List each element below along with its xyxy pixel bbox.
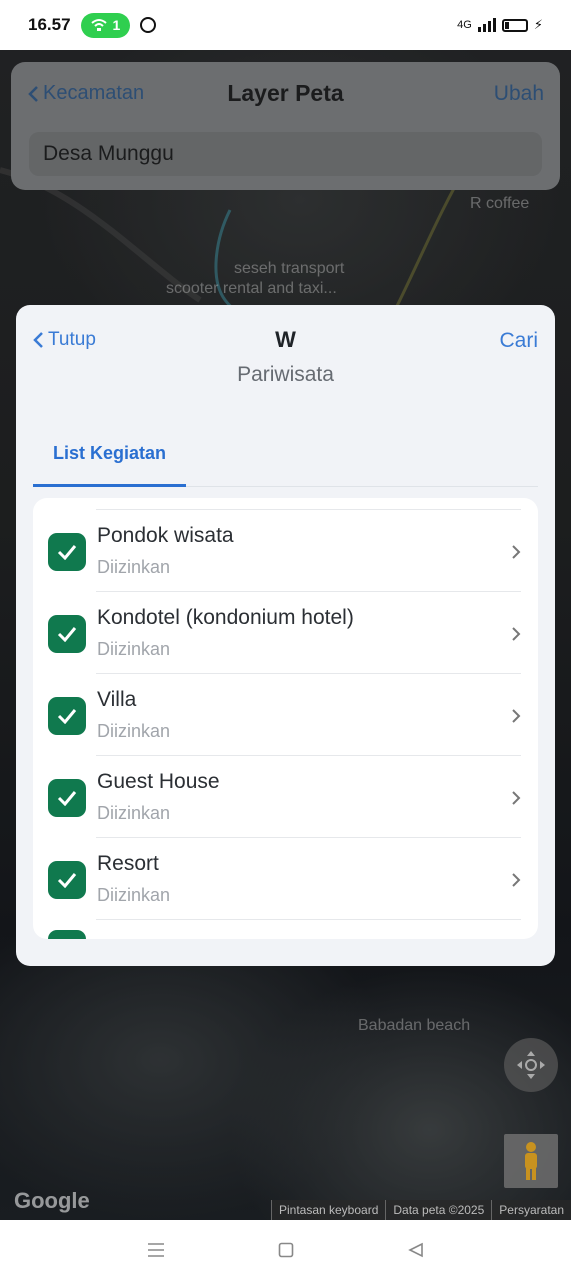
chevron-right-icon[interactable] (511, 790, 521, 806)
tab-list-kegiatan[interactable]: List Kegiatan (33, 423, 186, 487)
tab-bar: List Kegiatan (33, 423, 538, 487)
checkbox[interactable] (48, 779, 86, 817)
move-button[interactable] (504, 1038, 558, 1092)
check-icon (57, 627, 77, 642)
checkbox[interactable] (48, 861, 86, 899)
check-icon (57, 709, 77, 724)
status-bar: 16.57 1 4G ⚡ (0, 0, 571, 50)
wifi-icon (90, 19, 107, 31)
signal-icon (477, 18, 496, 32)
map-footer: Pintasan keyboard Data peta ©2025 Persya… (270, 1200, 571, 1220)
status-time: 16.57 (28, 15, 71, 34)
item-status: Diizinkan (97, 803, 171, 823)
terms-link[interactable]: Persyaratan (491, 1200, 571, 1220)
hotspot-count: 1 (112, 17, 121, 33)
edit-button[interactable]: Ubah (494, 82, 544, 106)
hotspot-badge: 1 (80, 12, 131, 38)
charging-icon: ⚡ (533, 17, 543, 32)
chevron-right-icon[interactable] (511, 708, 521, 724)
item-label: Resort (97, 852, 159, 875)
sheet-title: W (275, 327, 296, 352)
list-item[interactable]: Pondok wisata Diizinkan (33, 510, 538, 592)
check-icon (57, 545, 77, 560)
list-item[interactable]: Guest House Diizinkan (33, 756, 538, 838)
item-status: Diizinkan (97, 557, 171, 577)
item-label: Kondotel (kondonium hotel) (97, 606, 354, 629)
page-title: Layer Peta (227, 80, 344, 106)
sheet-subtitle: Pariwisata (237, 363, 334, 386)
list-item[interactable]: Kondotel (kondonium hotel) Diizinkan (33, 592, 538, 674)
whatsapp-icon (140, 17, 157, 33)
activity-list[interactable]: Pondok wisata Diizinkan Kondotel (kondon… (33, 498, 538, 939)
checkbox[interactable] (48, 615, 86, 653)
item-label: Pondok wisata (97, 524, 234, 547)
system-nav-bar (0, 1220, 571, 1280)
move-icon (517, 1051, 545, 1079)
chevron-right-icon[interactable] (511, 872, 521, 888)
network-type: 4G (457, 19, 472, 31)
chevron-right-icon[interactable] (511, 544, 521, 560)
check-icon (57, 873, 77, 888)
google-logo: Google (14, 1188, 90, 1213)
check-icon (57, 791, 77, 806)
map-data-credit: Data peta ©2025 (385, 1200, 491, 1220)
battery-icon (501, 18, 528, 32)
back-triangle-icon (407, 1242, 423, 1258)
layer-header-card: Kecamatan Layer Peta Ubah Desa Munggu (11, 62, 560, 190)
chevron-right-icon[interactable] (511, 626, 521, 642)
divider (96, 919, 521, 920)
menu-nav-button[interactable] (146, 1240, 166, 1260)
keyboard-shortcuts-link[interactable]: Pintasan keyboard (270, 1200, 385, 1220)
item-label: Guest House (97, 770, 220, 793)
list-item[interactable]: Resort Diizinkan (33, 838, 538, 920)
item-label: Villa (97, 688, 137, 711)
item-status: Diizinkan (97, 639, 171, 659)
checkbox-partial[interactable] (48, 930, 86, 939)
home-nav-button[interactable] (276, 1240, 296, 1260)
item-status: Diizinkan (97, 721, 171, 741)
street-view-pegman-icon[interactable] (504, 1134, 558, 1188)
menu-icon (147, 1243, 164, 1257)
back-nav-button[interactable] (406, 1240, 426, 1260)
item-status: Diizinkan (97, 885, 171, 905)
activity-sheet: Tutup W Pariwisata Cari List Kegiatan Po… (16, 305, 555, 966)
location-field[interactable]: Desa Munggu (29, 132, 542, 176)
home-square-icon (278, 1242, 293, 1258)
list-item[interactable]: Villa Diizinkan (33, 674, 538, 756)
search-button[interactable]: Cari (499, 329, 538, 353)
checkbox[interactable] (48, 697, 86, 735)
checkbox[interactable] (48, 533, 86, 571)
